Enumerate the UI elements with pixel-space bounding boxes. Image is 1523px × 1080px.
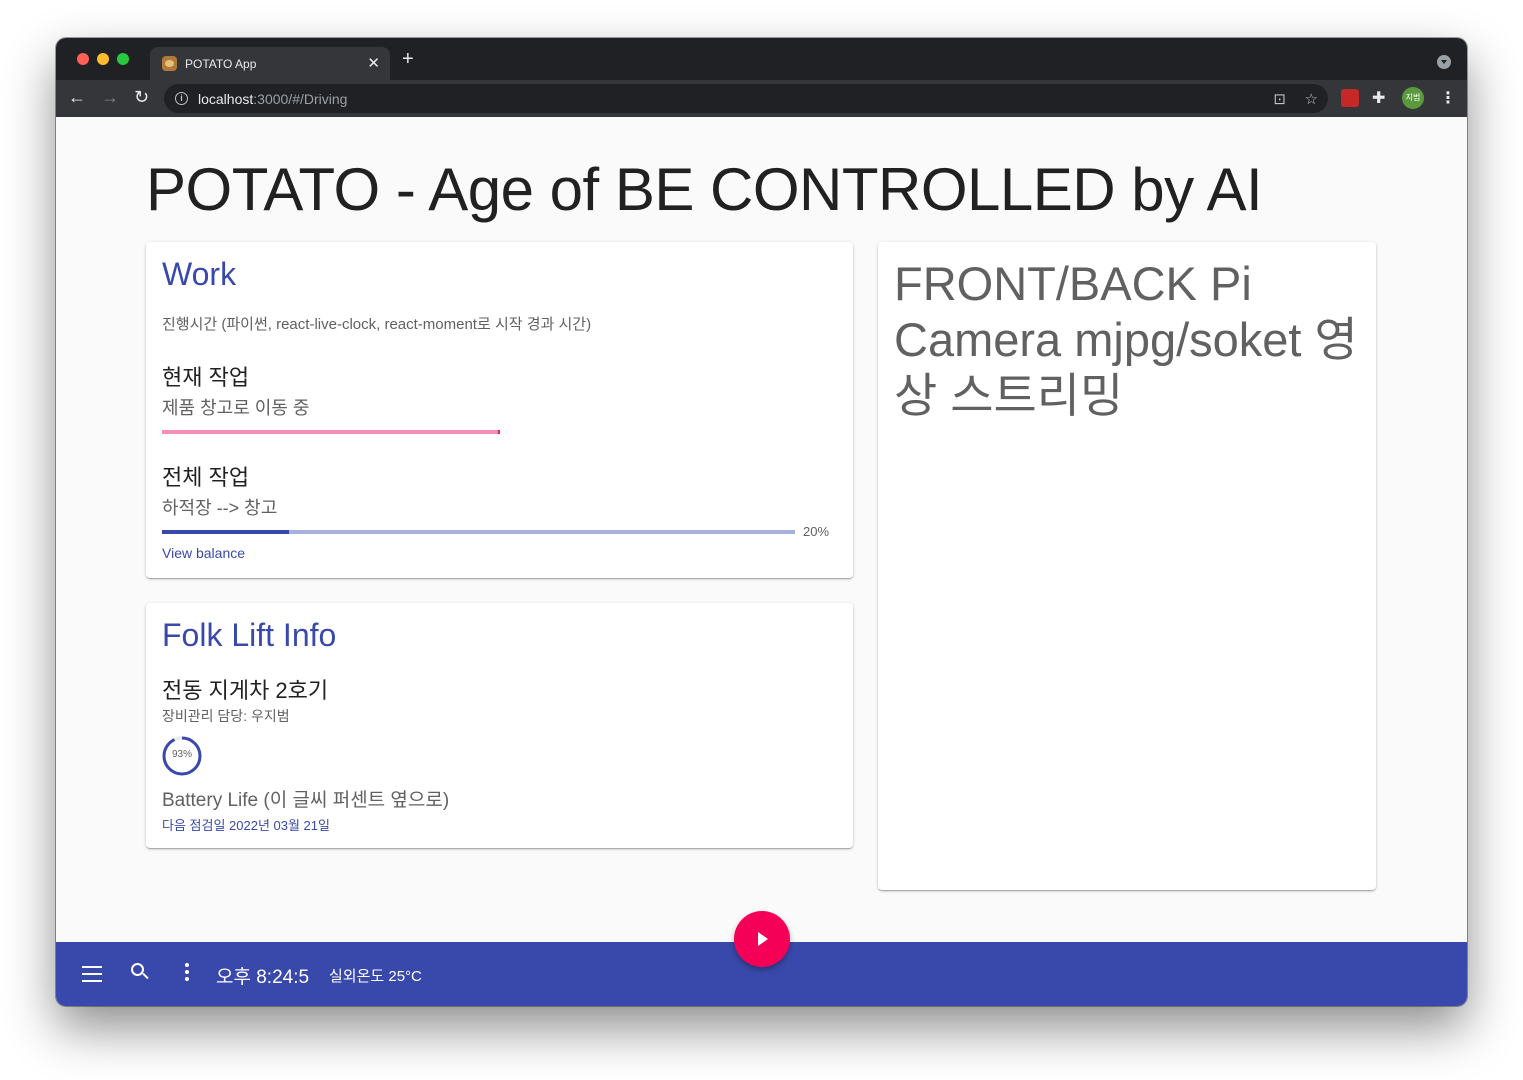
battery-label: Battery Life (이 글씨 퍼센트 옆으로)	[162, 790, 450, 811]
tab-title: POTATO App	[185, 57, 257, 71]
address-bar[interactable]: i localhost:3000/#/Driving ⊡ ☆	[164, 84, 1328, 113]
forward-arrow-icon[interactable]: →	[101, 87, 119, 107]
total-task-label: 전체 작업	[162, 465, 250, 490]
current-task-value: 제품 창고로 이동 중	[162, 398, 310, 418]
browser-window: POTATO App ✕ + ← → ↻ i localhost:3000/#/…	[56, 38, 1467, 1006]
work-subtitle: 진행시간 (파이썬, react-live-clock, react-momen…	[162, 316, 592, 333]
tab-strip: POTATO App ✕ +	[56, 38, 1467, 80]
battery-percent: 93%	[171, 749, 192, 760]
page-content: POTATO - Age of BE CONTROLLED by AI Work…	[56, 117, 1467, 942]
clock-display: 오후 8:24:5	[216, 967, 310, 988]
camera-card: FRONT/BACK Pi Camera mjpg/soket 영상 스트리밍	[878, 242, 1376, 890]
close-window-button[interactable]	[77, 53, 89, 65]
total-task-value: 하적장 --> 창고	[162, 498, 278, 518]
current-task-progress-bar	[162, 430, 500, 434]
folk-lift-name: 전동 지게차 2호기	[162, 678, 329, 703]
browser-tab[interactable]: POTATO App ✕	[150, 47, 390, 80]
tab-search-icon[interactable]	[1437, 55, 1451, 69]
url-text[interactable]: localhost:3000/#/Driving	[198, 91, 347, 107]
maximize-window-button[interactable]	[117, 53, 129, 65]
total-progress-fill	[162, 530, 289, 534]
work-heading: Work	[162, 256, 237, 292]
extensions-puzzle-icon[interactable]: ✚	[1372, 88, 1390, 107]
browser-toolbar: ← → ↻ i localhost:3000/#/Driving ⊡ ☆ ✚ 지…	[56, 80, 1467, 117]
close-tab-icon[interactable]: ✕	[367, 54, 380, 72]
translate-icon[interactable]: ⊡	[1273, 90, 1286, 108]
bookmark-star-icon[interactable]: ☆	[1305, 90, 1318, 108]
folk-lift-card: Folk Lift Info 전동 지게차 2호기 장비관리 담당: 우지범 9…	[146, 603, 853, 848]
folk-lift-manager: 장비관리 담당: 우지범	[162, 708, 290, 724]
reload-icon[interactable]: ↻	[134, 87, 149, 107]
url-path: :3000/#/Driving	[253, 91, 348, 107]
more-vert-icon[interactable]	[185, 963, 189, 981]
play-fab-button[interactable]	[734, 911, 790, 967]
potato-favicon-icon	[162, 56, 177, 71]
url-host: localhost	[198, 91, 254, 107]
search-icon[interactable]	[131, 963, 149, 980]
total-progress-percent: 20%	[803, 524, 830, 539]
minimize-window-button[interactable]	[97, 53, 109, 65]
new-tab-button[interactable]: +	[402, 49, 414, 69]
page-title: POTATO - Age of BE CONTROLLED by AI	[146, 156, 1263, 223]
current-task-progress-marker	[498, 430, 500, 434]
next-inspection-date: 다음 점검일 2022년 03월 21일	[162, 818, 330, 833]
hamburger-menu-icon[interactable]	[82, 966, 102, 982]
view-balance-link[interactable]: View balance	[162, 545, 245, 561]
folk-lift-heading: Folk Lift Info	[162, 617, 337, 653]
camera-stream-placeholder: FRONT/BACK Pi Camera mjpg/soket 영상 스트리밍	[894, 257, 1358, 422]
outdoor-temperature: 실외온도 25°C	[329, 968, 422, 985]
work-card: Work 진행시간 (파이썬, react-live-clock, react-…	[146, 242, 853, 578]
profile-avatar[interactable]: 지범	[1402, 87, 1424, 109]
extension-icon[interactable]	[1341, 89, 1359, 107]
site-info-icon[interactable]: i	[175, 92, 188, 105]
browser-menu-icon[interactable]: ⋮	[1440, 88, 1458, 107]
battery-progress-ring: 93%	[162, 736, 202, 776]
current-task-label: 현재 작업	[162, 365, 250, 390]
back-arrow-icon[interactable]: ←	[68, 87, 86, 107]
